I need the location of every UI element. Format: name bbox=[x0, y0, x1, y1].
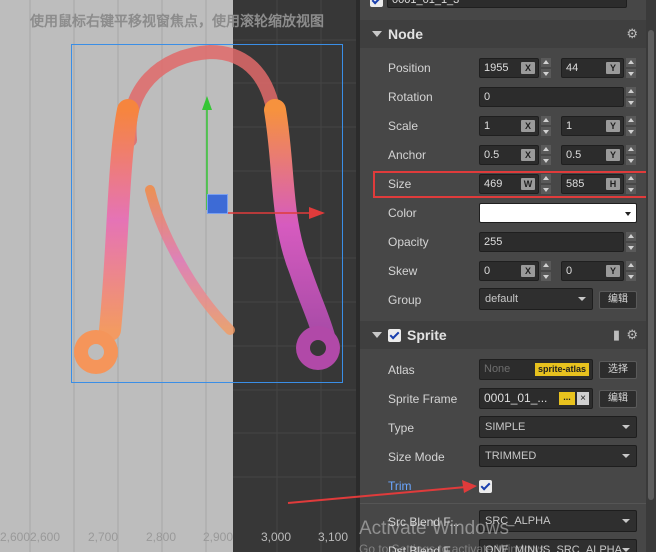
activation-watermark-sub: Go to Settings to activate Windows. bbox=[359, 542, 549, 552]
editor-window: 使用鼠标右键平移视窗焦点，使用滚轮缩放视图 2,600 2,600 2,700 … bbox=[0, 0, 656, 552]
annotation-arrow bbox=[287, 480, 477, 504]
activation-watermark: Activate Windows bbox=[359, 518, 509, 539]
